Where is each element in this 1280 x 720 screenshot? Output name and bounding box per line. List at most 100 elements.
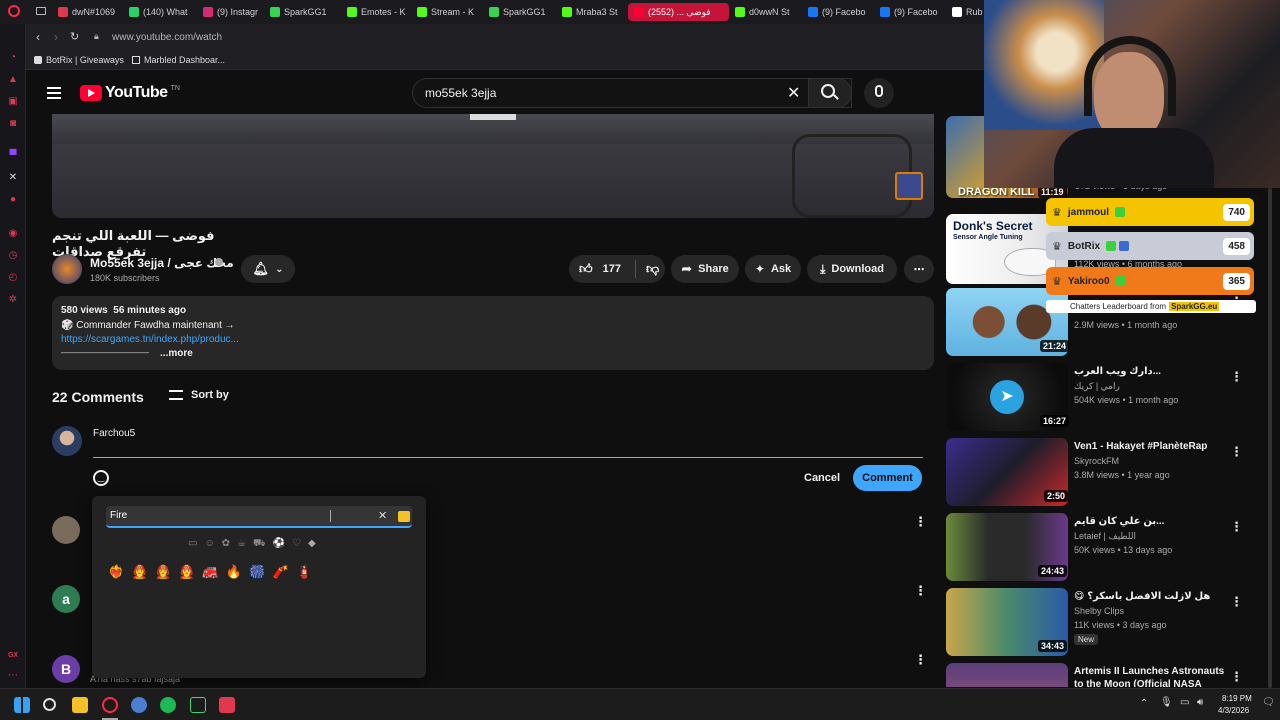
emoji-result[interactable]: 🧨 xyxy=(273,564,289,580)
xbox-icon[interactable] xyxy=(190,697,206,713)
cancel-button[interactable]: Cancel xyxy=(804,472,840,484)
video-menu-icon[interactable]: ⋮ xyxy=(1230,594,1243,610)
volume-icon[interactable]: 🔊︎ xyxy=(1197,697,1203,708)
microphone-tray-icon[interactable]: 🎙︎ xyxy=(1160,697,1173,708)
aria-icon[interactable]: ▲ xyxy=(7,74,19,86)
comment-menu-icon[interactable]: ⋮ xyxy=(914,583,927,599)
channel-name[interactable]: Mo55ek 3ejja / مخك عجى xyxy=(90,256,234,270)
browser-tab[interactable]: (9) Instagr xyxy=(203,3,269,21)
symbols-category-icon[interactable]: ◆ xyxy=(308,538,316,551)
bookmark-marbled[interactable]: Marbled Dashboar... xyxy=(132,55,225,65)
objects-category-icon[interactable]: ♡ xyxy=(292,538,301,551)
like-count[interactable]: 177 xyxy=(603,263,621,275)
more-actions-button[interactable]: ⋯ xyxy=(904,255,934,283)
emoji-result[interactable]: 🧑‍🚒 xyxy=(132,564,148,580)
youtube-logo[interactable]: YouTube TN xyxy=(80,84,180,102)
spotify-icon[interactable] xyxy=(160,697,176,713)
share-button[interactable]: ➦ Share xyxy=(671,255,739,283)
skin-tone-icon[interactable] xyxy=(398,511,410,522)
video-menu-icon[interactable]: ⋮ xyxy=(1230,444,1243,460)
comment-menu-icon[interactable]: ⋮ xyxy=(914,514,927,530)
notification-icon[interactable]: 🗨︎ xyxy=(1262,697,1275,708)
clock-date[interactable]: 4/3/2026 xyxy=(1218,706,1249,715)
forward-icon[interactable]: › xyxy=(54,30,58,44)
dislike-icon[interactable]: 👎︎ xyxy=(646,261,659,277)
video-player[interactable] xyxy=(52,114,934,218)
browser-tab[interactable]: SparkGG1 xyxy=(489,3,555,21)
channel-watermark-icon[interactable] xyxy=(895,172,923,200)
browser-tab[interactable]: Emotes - K xyxy=(347,3,413,21)
gx-icon[interactable]: GX xyxy=(7,650,19,662)
description-box[interactable]: 580 views 56 minutes ago 🎲 Commander Faw… xyxy=(52,296,934,370)
recommended-video[interactable]: Artemis II Launches Astronauts to the Mo… xyxy=(946,663,1246,687)
emoji-result[interactable]: 🧯 xyxy=(296,564,312,580)
commenter-avatar[interactable] xyxy=(52,516,80,544)
back-icon[interactable]: ‹ xyxy=(36,30,40,44)
browser-tab[interactable]: d0wwN St xyxy=(735,3,801,21)
browser-tab[interactable]: فوضى ... (2552) xyxy=(628,3,729,21)
instagram-sidebar-icon[interactable]: ◙ xyxy=(7,118,19,130)
clear-emoji-search-icon[interactable]: ✕ xyxy=(378,509,387,522)
food-category-icon[interactable]: ☕ xyxy=(237,538,246,551)
like-icon[interactable]: 👍︎ xyxy=(579,261,593,277)
emoji-result[interactable]: 🎆 xyxy=(249,564,265,580)
nature-category-icon[interactable]: ✿ xyxy=(222,538,230,551)
youtube-music-icon[interactable]: ● xyxy=(7,194,19,206)
emoji-search-field[interactable]: Fire ✕ xyxy=(106,506,412,528)
recent-category-icon[interactable]: ▭ xyxy=(188,538,197,551)
history-icon[interactable]: ◷ xyxy=(7,250,19,262)
emoji-search-input[interactable]: Fire xyxy=(110,510,127,521)
emoji-result[interactable]: 👩‍🚒 xyxy=(155,564,171,580)
speed-dial-icon[interactable]: ◔ xyxy=(7,52,19,64)
search-input[interactable]: mo55ek 3ejja xyxy=(425,86,496,100)
recommended-video[interactable]: 24:43 بن علي كان قايم... Letaief | اللطي… xyxy=(946,513,1246,583)
ask-button[interactable]: ✦ Ask xyxy=(745,255,801,283)
bookmark-botrix[interactable]: BotRix | Giveaways xyxy=(34,55,124,65)
commenter-avatar[interactable]: a xyxy=(52,585,80,613)
clock-time[interactable]: 8:19 PM xyxy=(1222,694,1252,703)
channel-avatar[interactable] xyxy=(52,254,82,284)
emoji-button-icon[interactable]: ‿ xyxy=(93,470,109,486)
video-menu-icon[interactable]: ⋮ xyxy=(1230,369,1243,385)
network-icon[interactable]: ▭ xyxy=(1180,697,1189,708)
emoji-result[interactable]: 👨‍🚒 xyxy=(179,564,195,580)
windows-start-icon[interactable] xyxy=(14,697,30,713)
download-button[interactable]: ⤓ Download xyxy=(807,255,897,283)
messenger-icon[interactable]: ▣ xyxy=(7,96,19,108)
comment-menu-icon[interactable]: ⋮ xyxy=(914,652,927,668)
more-link[interactable]: ...more xyxy=(160,348,193,359)
hamburger-menu-icon[interactable] xyxy=(47,87,61,99)
video-menu-icon[interactable]: ⋮ xyxy=(1230,519,1243,535)
tray-chevron-icon[interactable]: ⌃ xyxy=(1140,698,1148,709)
more-icon[interactable]: ⋯ xyxy=(7,670,19,682)
video-menu-icon[interactable]: ⋮ xyxy=(1230,669,1243,685)
emoji-result[interactable]: 🔥 xyxy=(226,564,242,580)
reload-icon[interactable]: ↻ xyxy=(70,30,79,43)
browser-tab[interactable]: SparkGG1 xyxy=(270,3,336,21)
activities-category-icon[interactable]: ⚽ xyxy=(273,538,285,551)
recommended-video[interactable]: 2:50 Ven1 - Hakayet #PlanèteRap SkyrockF… xyxy=(946,438,1246,508)
browser-tab[interactable]: dwN#1069 xyxy=(58,3,124,21)
file-explorer-icon[interactable] xyxy=(72,697,88,713)
notification-bell-button[interactable]: 🔔︎ ⌄ xyxy=(241,255,295,283)
opera-logo-icon[interactable] xyxy=(8,5,20,17)
browser-tab[interactable]: (9) Facebo xyxy=(880,3,946,21)
twitch-icon[interactable]: ▀ xyxy=(7,150,19,162)
smileys-category-icon[interactable]: ☺ xyxy=(204,538,214,551)
x-icon[interactable]: ✕ xyxy=(7,172,19,184)
opera-gx-icon[interactable] xyxy=(102,697,118,713)
emoji-result[interactable]: ❤️‍🔥 xyxy=(108,564,124,580)
clear-search-icon[interactable]: ✕ xyxy=(787,83,800,103)
app-icon[interactable] xyxy=(131,697,147,713)
description-link[interactable]: https://scargames.tn/index.php/produc... xyxy=(61,334,239,345)
travel-category-icon[interactable]: ⛟ xyxy=(253,538,266,551)
sort-button[interactable]: Sort by xyxy=(169,389,229,401)
clock-icon[interactable]: ◴ xyxy=(7,272,19,284)
comment-submit-button[interactable]: Comment xyxy=(853,465,922,491)
browser-tab[interactable]: (140) What xyxy=(129,3,195,21)
emoji-result[interactable]: 🚒 xyxy=(202,564,218,580)
player-icon[interactable]: ◉ xyxy=(7,228,19,240)
recommended-video[interactable]: 34:43 😋 هل لازلت الافضل باسكر؟ Shelby Cl… xyxy=(946,588,1246,658)
sidebar-scrollbar[interactable] xyxy=(1268,188,1272,688)
url-field[interactable]: www.youtube.com/watch xyxy=(112,32,222,43)
